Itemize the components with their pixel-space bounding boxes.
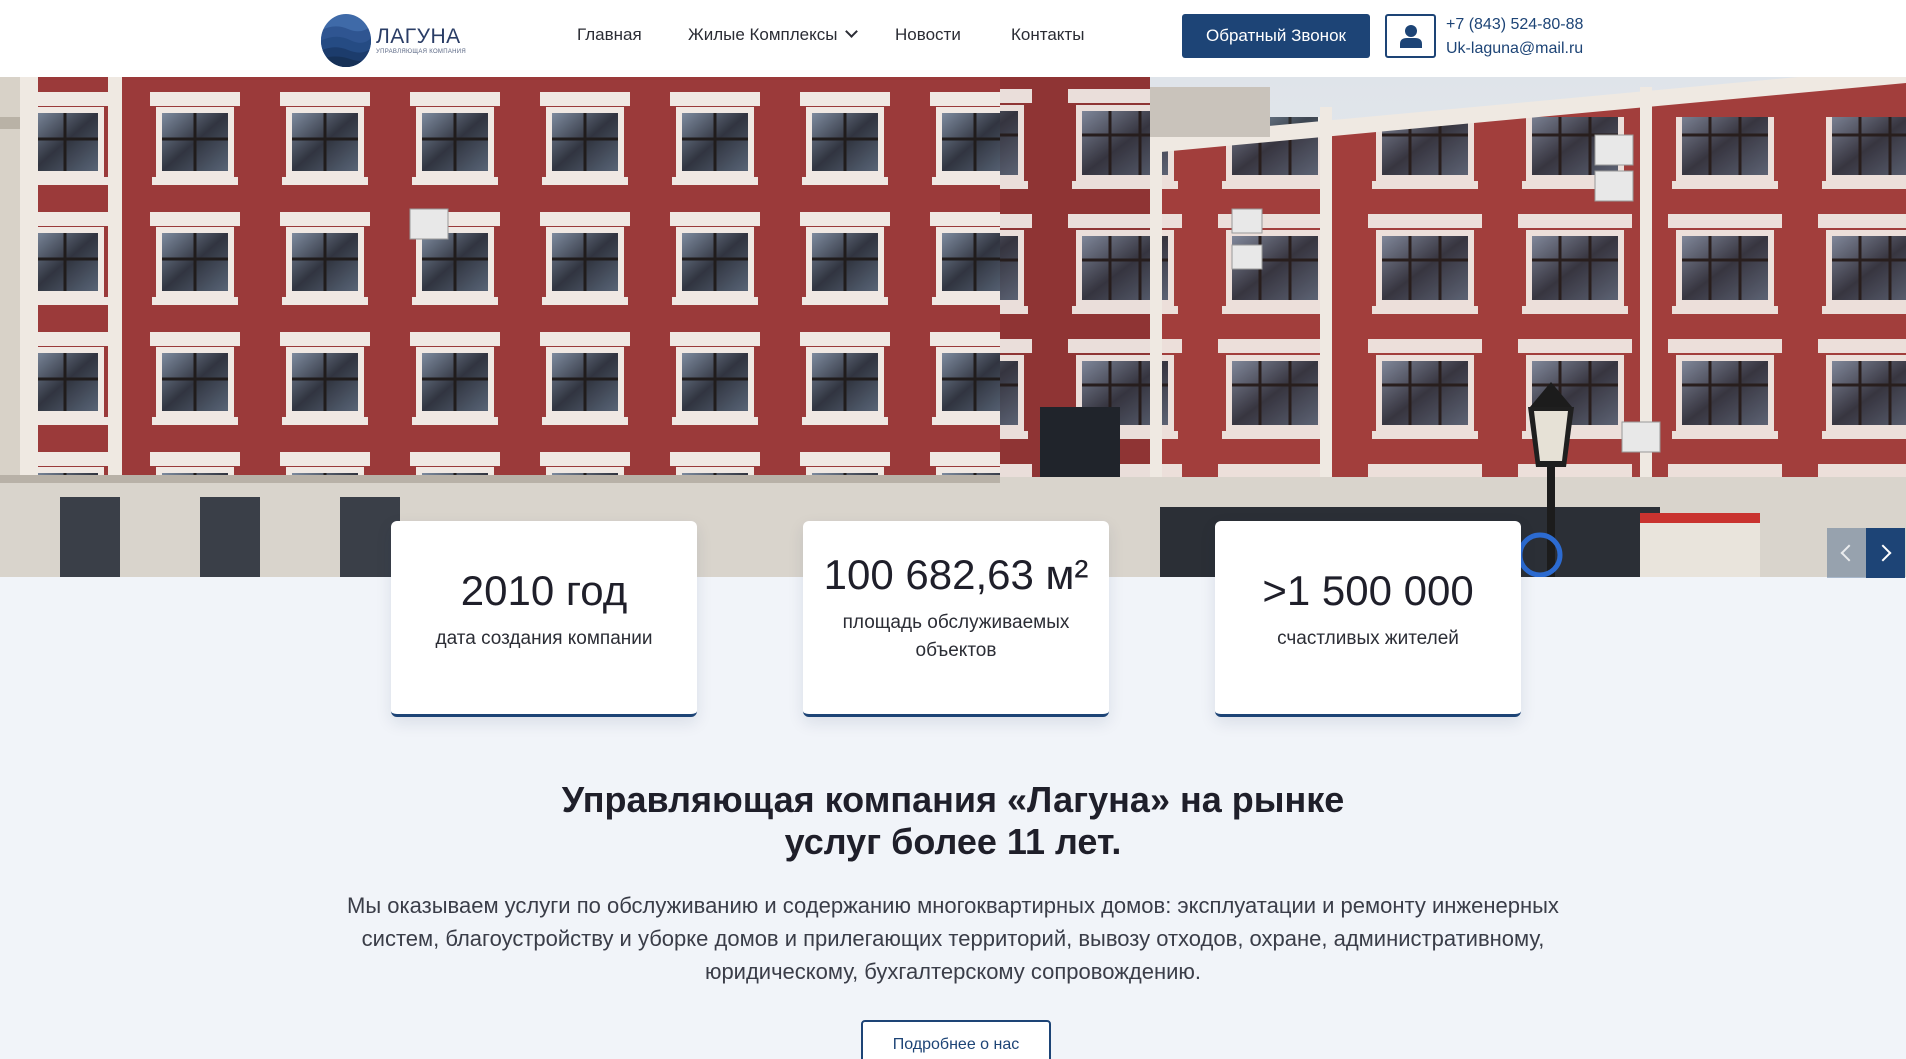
stat-card-residents: >1 500 000 счастливых жителей xyxy=(1215,521,1521,717)
stat-value: 2010 год xyxy=(460,567,628,614)
stat-value: 100 682,63 м² xyxy=(823,551,1089,598)
phone-link[interactable]: +7 (843) 524-80-88 xyxy=(1446,13,1583,37)
nav-item-news[interactable]: Новости xyxy=(895,25,961,45)
chevron-down-icon xyxy=(845,25,859,38)
hero-building-image xyxy=(0,77,1906,577)
company-logo[interactable]: ЛАГУНА управляющая компания xyxy=(320,12,480,68)
about-title: Управляющая компания «Лагуна» на рынке у… xyxy=(561,779,1345,862)
stat-label: площадь обслуживаемых объектов xyxy=(842,612,1070,661)
logo-subtitle: управляющая компания xyxy=(376,48,467,55)
chevron-left-icon xyxy=(1840,544,1858,562)
email-link[interactable]: Uk-laguna@mail.ru xyxy=(1446,37,1583,61)
site-header: ЛАГУНА управляющая компания Главная Жилы… xyxy=(0,0,1906,77)
logo-wave-icon xyxy=(321,13,371,67)
stat-card-area: 100 682,63 м² площадь обслуживаемых объе… xyxy=(803,521,1109,717)
hero-banner xyxy=(0,77,1906,577)
nav-item-complexes-label: Жилые Комплексы xyxy=(688,25,838,44)
stat-label: счастливых жителей xyxy=(1277,628,1459,649)
contact-block: +7 (843) 524-80-88 Uk-laguna@mail.ru xyxy=(1446,13,1583,61)
chevron-right-icon xyxy=(1874,544,1892,562)
stat-value: >1 500 000 xyxy=(1262,567,1474,614)
logo-name: ЛАГУНА xyxy=(376,24,461,48)
callback-button[interactable]: Обратный Звонок xyxy=(1182,14,1370,58)
slider-prev-button[interactable] xyxy=(1827,528,1866,578)
more-about-button[interactable]: Подробнее о нас xyxy=(861,1020,1051,1059)
user-icon xyxy=(1399,25,1422,48)
stat-label: дата создания компании xyxy=(435,628,653,649)
account-button[interactable] xyxy=(1385,14,1436,58)
nav-item-home[interactable]: Главная xyxy=(577,25,642,45)
nav-item-contacts[interactable]: Контакты xyxy=(1011,25,1084,45)
about-text: Мы оказываем услуги по обслуживанию и со… xyxy=(347,893,1559,984)
slider-next-button[interactable] xyxy=(1866,528,1905,578)
stat-card-founded: 2010 год дата создания компании xyxy=(391,521,697,717)
nav-item-complexes[interactable]: Жилые Комплексы xyxy=(688,25,859,45)
